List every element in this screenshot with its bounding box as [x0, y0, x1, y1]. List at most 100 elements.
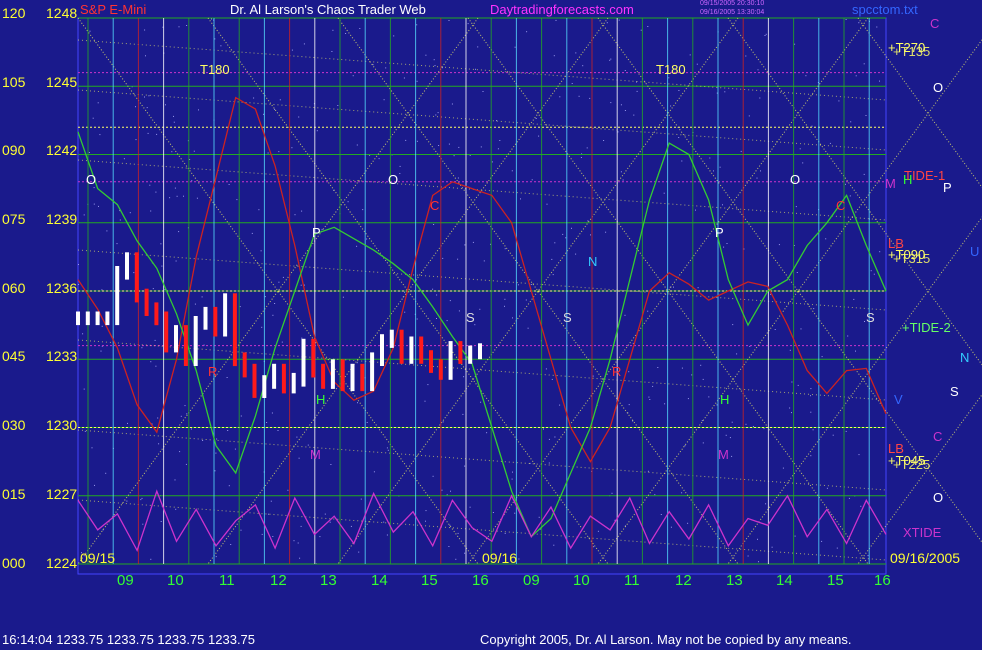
star-dot: [748, 115, 750, 117]
right-label-xtide: XTIDE: [903, 525, 942, 540]
star-dot: [324, 513, 326, 515]
star-dot: [496, 120, 497, 122]
price-bar: [213, 306, 218, 337]
x-tick-label: 13: [320, 572, 337, 589]
star-dot: [434, 65, 436, 67]
star-dot: [587, 220, 589, 222]
star-dot: [610, 102, 612, 104]
price-bar: [76, 311, 80, 326]
star-dot: [174, 187, 176, 189]
price-bar: [203, 306, 208, 330]
star-dot: [575, 52, 577, 54]
star-dot: [331, 51, 333, 52]
star-dot: [287, 489, 289, 491]
y-index-label: 075: [2, 211, 26, 227]
data-file-label: spcctom.txt: [852, 2, 918, 17]
star-dot: [404, 291, 406, 293]
star-dot: [399, 165, 401, 167]
star-dot: [228, 485, 230, 487]
star-dot: [101, 289, 103, 291]
y-price-label: 1227: [46, 486, 78, 502]
star-dot: [105, 472, 107, 474]
star-dot: [551, 378, 553, 380]
star-dot: [696, 63, 698, 65]
price-bar: [144, 288, 149, 316]
star-dot: [860, 505, 862, 507]
star-dot: [404, 311, 406, 313]
x-tick-label: 11: [219, 572, 235, 589]
star-dot: [670, 105, 672, 107]
website-label: Daytradingforecasts.com: [490, 2, 634, 17]
star-dot: [342, 296, 344, 298]
star-dot: [433, 224, 435, 225]
star-dot: [716, 404, 718, 406]
y-index-label: 060: [2, 280, 26, 296]
star-dot: [586, 147, 588, 149]
star-dot: [879, 251, 881, 253]
annotation-label: O: [933, 80, 943, 95]
star-dot: [281, 341, 283, 343]
star-dot: [455, 558, 457, 560]
date-label-end: 09/16/2005: [890, 550, 961, 566]
star-dot: [647, 470, 649, 472]
star-dot: [301, 210, 303, 212]
star-dot: [722, 204, 723, 206]
star-dot: [416, 140, 418, 142]
star-dot: [227, 430, 229, 431]
star-dot: [813, 308, 815, 310]
star-dot: [765, 33, 767, 35]
chart-title: Dr. Al Larson's Chaos Trader Web: [230, 2, 426, 17]
star-dot: [553, 544, 555, 546]
star-dot: [731, 421, 733, 423]
price-bar: [242, 352, 247, 378]
star-dot: [268, 513, 270, 515]
star-dot: [427, 384, 429, 386]
star-dot: [416, 24, 418, 26]
star-dot: [867, 555, 869, 557]
star-dot: [133, 272, 135, 274]
star-dot: [78, 264, 79, 265]
star-dot: [279, 99, 281, 101]
y-price-label: 1230: [46, 417, 78, 433]
price-bar: [262, 375, 267, 398]
star-dot: [789, 349, 791, 351]
star-dot: [155, 365, 157, 367]
star-dot: [330, 464, 332, 465]
x-tick-label: 16: [472, 572, 489, 589]
star-dot: [849, 195, 851, 197]
star-dot: [226, 377, 228, 378]
star-dot: [362, 209, 364, 211]
annotation-label: M: [718, 447, 729, 462]
star-dot: [475, 68, 476, 70]
star-dot: [636, 90, 638, 92]
star-dot: [517, 284, 519, 286]
star-dot: [373, 471, 375, 473]
star-dot: [678, 137, 680, 138]
x-tick-label: 09: [523, 572, 540, 589]
star-dot: [535, 118, 537, 119]
star-dot: [451, 103, 453, 105]
star-dot: [821, 540, 823, 542]
star-dot: [179, 451, 181, 453]
star-dot: [582, 65, 584, 67]
star-dot: [271, 412, 273, 414]
right-label-t315: +T315: [893, 251, 931, 266]
star-dot: [810, 395, 811, 397]
star-dot: [437, 112, 439, 114]
annotation-label: O: [86, 172, 96, 187]
star-dot: [531, 179, 533, 181]
right-label-tide1: TIDE-1: [904, 168, 946, 183]
annotation-label: M: [310, 447, 321, 462]
star-dot: [319, 536, 321, 538]
star-dot: [372, 64, 374, 66]
star-dot: [100, 350, 102, 352]
annotation-label: H: [720, 392, 729, 407]
star-dot: [605, 231, 607, 233]
star-dot: [366, 238, 368, 240]
star-dot: [504, 305, 505, 307]
x-tick-label: 14: [371, 572, 388, 589]
star-dot: [559, 404, 561, 406]
star-dot: [590, 234, 591, 236]
star-dot: [778, 244, 780, 246]
star-dot: [771, 546, 773, 548]
